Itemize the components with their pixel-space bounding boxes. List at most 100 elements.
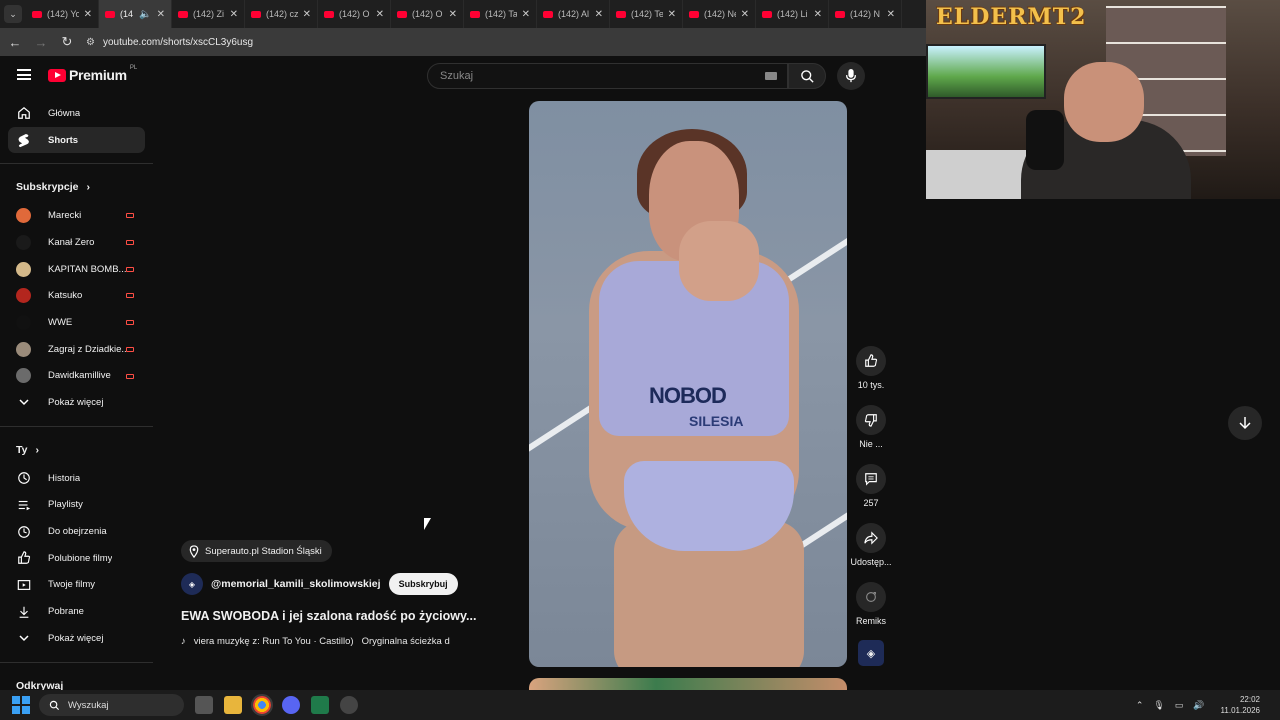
- remix-button[interactable]: [856, 582, 886, 612]
- sidebar-subscription[interactable]: Marecki: [0, 202, 153, 229]
- browser-tab[interactable]: (142) N ✕: [829, 0, 902, 28]
- task-view-icon[interactable]: [195, 696, 213, 714]
- site-info-icon[interactable]: ⚙: [86, 37, 95, 48]
- back-icon[interactable]: ←: [8, 35, 22, 50]
- sidebar-item-shorts[interactable]: Shorts: [8, 126, 145, 154]
- close-tab-icon[interactable]: ✕: [595, 9, 603, 20]
- clock[interactable]: 22:02 11.01.2026: [1221, 694, 1260, 716]
- microphone-tray-icon[interactable]: 🎙: [1153, 700, 1164, 711]
- sidebar-item-thumb-up[interactable]: Polubione filmy: [0, 545, 153, 572]
- close-tab-icon[interactable]: ✕: [449, 9, 457, 20]
- speaker-icon[interactable]: 🔈: [139, 9, 151, 20]
- browser-tab[interactable]: (142) Al ✕: [537, 0, 610, 28]
- share-action[interactable]: Udostęp...: [847, 523, 895, 567]
- sidebar-item-video[interactable]: Twoje filmy: [0, 572, 153, 599]
- file-explorer-icon[interactable]: [224, 696, 242, 714]
- browser-tab[interactable]: (142) Li ✕: [756, 0, 829, 28]
- url-field[interactable]: ⚙ youtube.com/shorts/xscCL3y6usg: [86, 37, 253, 48]
- browser-tab[interactable]: (142) O ✕: [318, 0, 391, 28]
- close-tab-icon[interactable]: ✕: [814, 9, 822, 20]
- browser-tab[interactable]: (142) Ta ✕: [464, 0, 537, 28]
- browser-tab[interactable]: (142) cz ✕: [245, 0, 318, 28]
- stream-logo: ELDERMT2: [936, 4, 1087, 30]
- close-tab-icon[interactable]: ✕: [303, 9, 311, 20]
- sidebar-item-label: Główna: [48, 107, 81, 119]
- channel-name[interactable]: @memorial_kamili_skolimowskiej: [211, 578, 381, 590]
- browser-tab[interactable]: (142) O ✕: [391, 0, 464, 28]
- close-tab-icon[interactable]: ✕: [887, 9, 895, 20]
- share-button[interactable]: [856, 523, 886, 553]
- browser-tab[interactable]: (142) Yo ✕: [26, 0, 99, 28]
- chrome-icon[interactable]: [251, 694, 273, 716]
- reload-icon[interactable]: ↻: [60, 34, 74, 50]
- sidebar-item-history[interactable]: Historia: [0, 465, 153, 492]
- short-video-player[interactable]: NOBOD SILESIA: [529, 101, 847, 667]
- app-icon[interactable]: [340, 696, 358, 714]
- close-tab-icon[interactable]: ✕: [376, 9, 384, 20]
- share-icon: [864, 531, 878, 545]
- subscribe-button[interactable]: Subskrybuj: [388, 573, 458, 595]
- channel-avatar[interactable]: ◈: [181, 573, 203, 595]
- keyboard-icon[interactable]: [765, 72, 777, 80]
- sidebar-item-clock[interactable]: Do obejrzenia: [0, 518, 153, 545]
- location-chip[interactable]: Superauto.pl Stadion Śląski: [181, 540, 332, 562]
- you-heading[interactable]: Ty ›: [0, 435, 153, 465]
- comments-action[interactable]: 257: [847, 464, 895, 508]
- browser-tab[interactable]: (14 🔈 ✕: [99, 0, 172, 28]
- comments-button[interactable]: [856, 464, 886, 494]
- sidebar-subscription[interactable]: Dawidkamillive: [0, 363, 153, 390]
- voice-search-button[interactable]: [837, 62, 865, 90]
- show-more-subscriptions[interactable]: Pokaż więcej: [0, 389, 153, 416]
- webcam-aquarium: [926, 44, 1046, 99]
- network-icon[interactable]: ▭: [1175, 700, 1184, 711]
- youtube-logo[interactable]: Premium PL: [48, 65, 137, 83]
- like-action[interactable]: 10 tys.: [847, 346, 895, 390]
- sidebar-item-home[interactable]: Główna: [0, 100, 153, 127]
- close-tab-icon[interactable]: ✕: [157, 9, 165, 20]
- browser-tab[interactable]: (142) Ne ✕: [683, 0, 756, 28]
- close-tab-icon[interactable]: ✕: [741, 9, 749, 20]
- subscriptions-heading[interactable]: Subskrypcje ›: [0, 172, 153, 202]
- search-button[interactable]: [788, 63, 826, 89]
- close-tab-icon[interactable]: ✕: [522, 9, 530, 20]
- sidebar-subscription[interactable]: Zagraj z Dziadkie...: [0, 336, 153, 363]
- dislike-button[interactable]: [856, 405, 886, 435]
- close-tab-icon[interactable]: ✕: [230, 9, 238, 20]
- sidebar-subscription[interactable]: Kanał Zero: [0, 229, 153, 256]
- excel-icon[interactable]: [311, 696, 329, 714]
- close-tab-icon[interactable]: ✕: [84, 9, 92, 20]
- chevron-up-icon[interactable]: ⌃: [1136, 700, 1144, 711]
- tab-title: (142) Ne: [704, 9, 736, 19]
- sidebar: Główna Shorts Subskrypcje › Marecki Kanał…: [0, 100, 153, 701]
- volume-icon[interactable]: 🔊: [1193, 700, 1204, 711]
- forward-icon[interactable]: →: [34, 35, 48, 50]
- remix-action[interactable]: Remiks: [847, 582, 895, 626]
- browser-tab[interactable]: (142) Te ✕: [610, 0, 683, 28]
- guide-menu-icon[interactable]: [17, 69, 31, 80]
- taskbar-search[interactable]: Wyszukaj: [39, 694, 184, 716]
- tab-title: (142) O: [339, 9, 370, 19]
- browser-tab[interactable]: (142) Zi ✕: [172, 0, 245, 28]
- sidebar-item-download[interactable]: Pobrane: [0, 598, 153, 625]
- short-title[interactable]: EWA SWOBODA i jej szalona radość po życi…: [181, 609, 476, 623]
- sound-action[interactable]: ◈: [847, 640, 895, 670]
- sidebar-item-playlist[interactable]: Playlisty: [0, 492, 153, 519]
- youtube-favicon-icon: [105, 10, 115, 18]
- sound-thumbnail[interactable]: ◈: [858, 640, 884, 666]
- sidebar-subscription[interactable]: KAPITAN BOMB...: [0, 256, 153, 283]
- tab-search-icon[interactable]: ⌄: [4, 5, 22, 23]
- dislike-action[interactable]: Nie ...: [847, 405, 895, 449]
- close-tab-icon[interactable]: ✕: [668, 9, 676, 20]
- next-short-button-right[interactable]: [1228, 406, 1262, 440]
- music-row[interactable]: ♪ viera muzykę z: Run To You · Castillo)…: [181, 636, 481, 647]
- windows-start-icon[interactable]: [12, 696, 30, 714]
- discord-icon[interactable]: [282, 696, 300, 714]
- comment-count: 257: [863, 498, 879, 508]
- sidebar-subscription[interactable]: WWE: [0, 309, 153, 336]
- sidebar-subscription[interactable]: Katsuko: [0, 282, 153, 309]
- sidebar-item-label: Kanał Zero: [48, 236, 95, 248]
- like-button[interactable]: [856, 346, 886, 376]
- live-icon: [126, 293, 134, 299]
- search-input[interactable]: Szukaj: [427, 63, 788, 89]
- show-more-library[interactable]: Pokaż więcej: [0, 625, 153, 652]
